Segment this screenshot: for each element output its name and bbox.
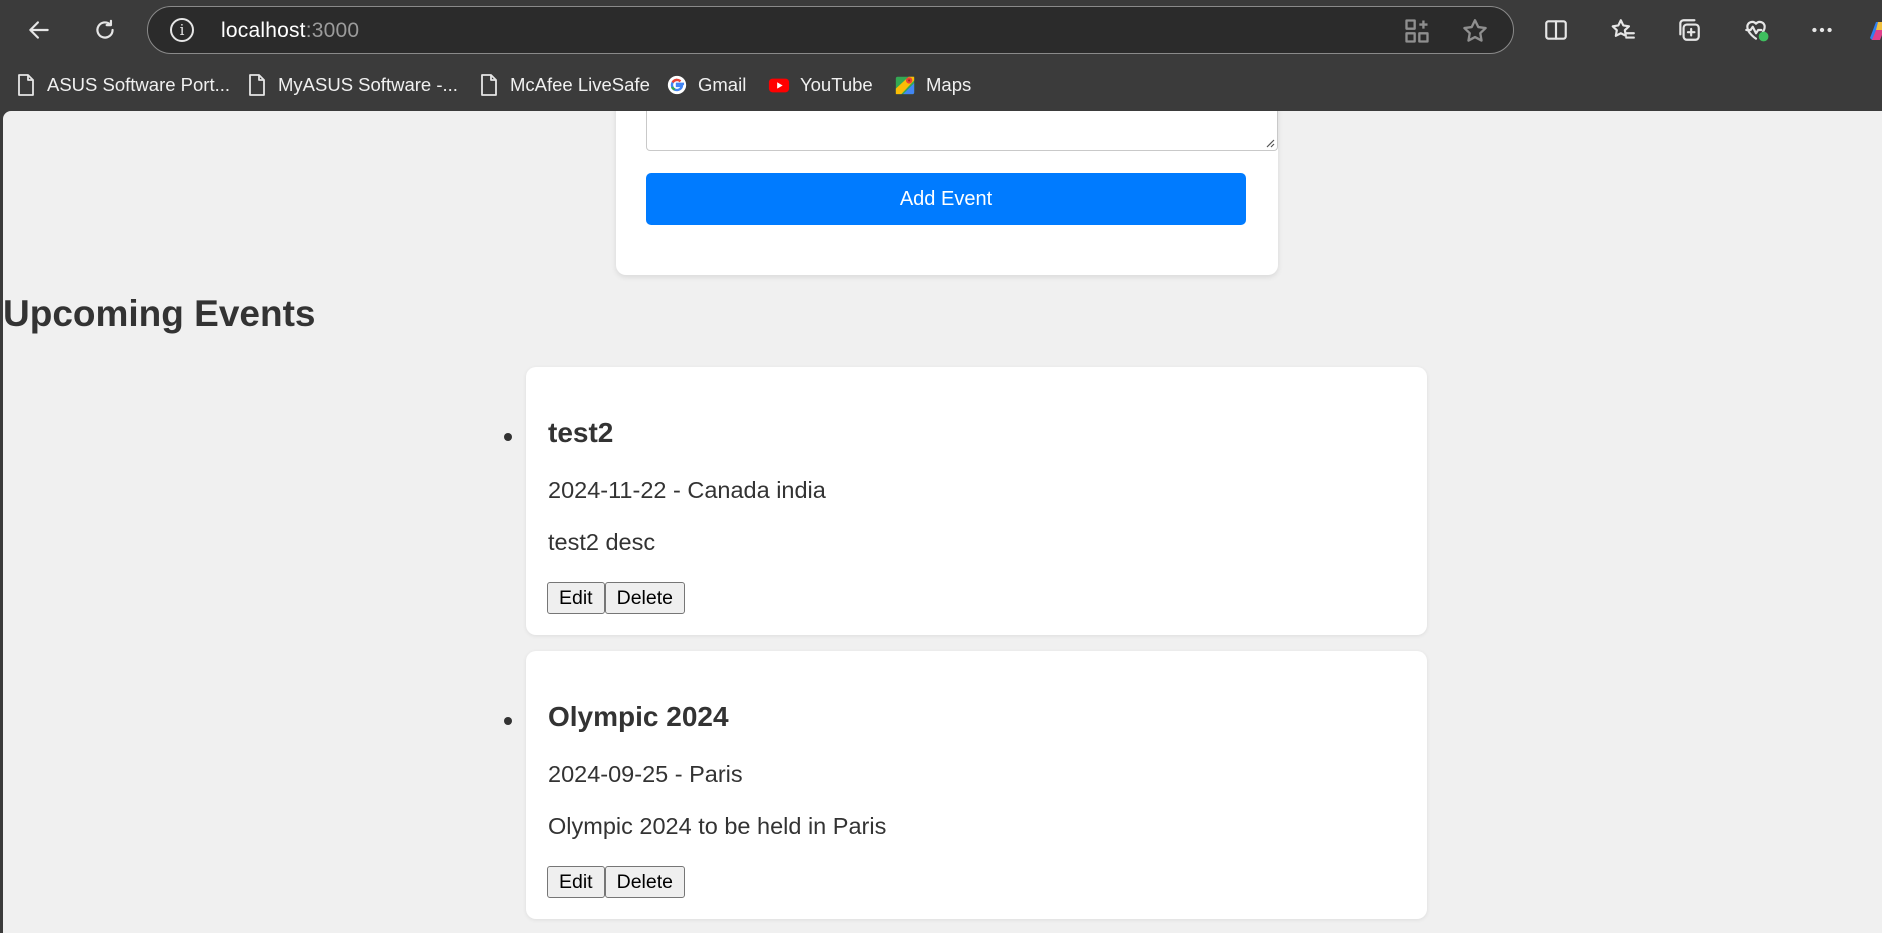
list-bullet [504, 433, 512, 441]
site-info-icon[interactable]: i [170, 18, 194, 42]
star-icon[interactable] [1461, 17, 1489, 45]
favorites-icon[interactable] [1603, 10, 1643, 50]
refresh-icon[interactable] [85, 10, 125, 50]
bookmark-asus-software-portal[interactable]: ASUS Software Port... [15, 70, 230, 100]
description-textarea[interactable] [646, 111, 1278, 151]
edit-button[interactable]: Edit [547, 582, 605, 614]
apps-icon[interactable] [1403, 17, 1431, 45]
youtube-icon [768, 73, 790, 97]
bookmarks-bar: ASUS Software Port... MyASUS Software -.… [0, 60, 1882, 110]
split-screen-icon[interactable] [1536, 10, 1576, 50]
upcoming-events-heading: Upcoming Events [3, 293, 316, 334]
bookmark-mcafee-livesafe[interactable]: McAfee LiveSafe [478, 70, 650, 100]
delete-button[interactable]: Delete [604, 582, 685, 614]
page-viewport: Add Event Upcoming Events test2 2024-11-… [3, 111, 1882, 933]
address-bar[interactable]: i localhost:3000 [147, 6, 1514, 54]
bookmark-youtube[interactable]: YouTube [768, 70, 873, 100]
resize-grip-icon[interactable] [1263, 136, 1275, 148]
bookmark-gmail[interactable]: Gmail [666, 70, 746, 100]
add-event-button[interactable]: Add Event [646, 173, 1246, 225]
collections-icon[interactable] [1669, 10, 1709, 50]
list-bullet [504, 717, 512, 725]
event-title: test2 [548, 417, 614, 448]
back-icon[interactable] [19, 10, 59, 50]
event-date-location: 2024-11-22 - Canada india [548, 477, 826, 503]
event-description: test2 desc [548, 529, 656, 555]
event-date-location: 2024-09-25 - Paris [548, 761, 743, 787]
event-card: test2 2024-11-22 - Canada india test2 de… [526, 367, 1427, 635]
page-icon [478, 73, 500, 97]
edit-button[interactable]: Edit [547, 866, 605, 898]
event-title: Olympic 2024 [548, 701, 729, 732]
browser-essentials-icon[interactable] [1736, 10, 1776, 50]
bookmark-maps[interactable]: Maps [894, 70, 971, 100]
delete-button[interactable]: Delete [604, 866, 685, 898]
bookmark-myasus-software[interactable]: MyASUS Software -... [246, 70, 458, 100]
event-card: Olympic 2024 2024-09-25 - Paris Olympic … [526, 651, 1427, 919]
page-icon [246, 73, 268, 97]
copilot-icon[interactable] [1866, 18, 1882, 44]
page-icon [15, 73, 37, 97]
event-description: Olympic 2024 to be held in Paris [548, 813, 887, 839]
url-text[interactable]: localhost:3000 [221, 19, 359, 43]
maps-icon [894, 73, 916, 97]
browser-toolbar: i localhost:3000 [0, 0, 1882, 60]
google-icon [666, 73, 688, 97]
more-icon[interactable] [1802, 10, 1842, 50]
add-event-form: Add Event [616, 111, 1278, 275]
